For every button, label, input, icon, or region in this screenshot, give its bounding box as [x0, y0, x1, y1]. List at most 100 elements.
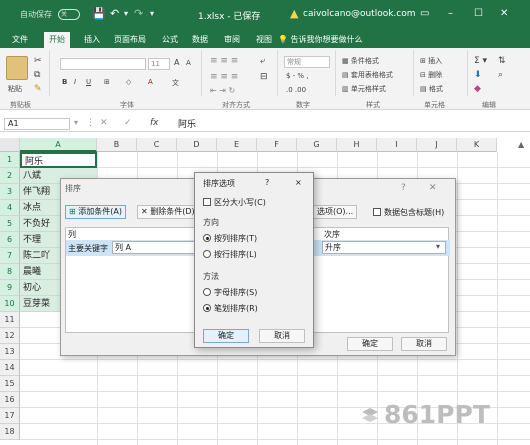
tell-me-search[interactable]: 💡 告诉我你想要做什么 — [278, 34, 363, 45]
redo-icon[interactable]: ↷ — [134, 7, 143, 20]
column-header-e[interactable]: E — [217, 138, 257, 152]
user-account[interactable]: caivolcano@outlook.com — [303, 9, 416, 19]
row-header-14[interactable]: 14 — [0, 360, 20, 376]
letter-sort-option[interactable]: 字母排序(S) — [203, 287, 257, 298]
formula-value[interactable]: 阿乐 — [178, 117, 196, 130]
paste-icon[interactable] — [6, 56, 28, 80]
options-help-icon[interactable]: ? — [265, 178, 269, 187]
italic-button[interactable]: I — [74, 78, 76, 86]
clear-icon[interactable]: ◆ — [474, 84, 481, 94]
wrap-text-icon[interactable]: ⤶ — [260, 56, 265, 66]
sort-by-column-radio[interactable] — [203, 234, 211, 242]
tab-data[interactable]: 数据 — [192, 34, 208, 45]
column-header-d[interactable]: D — [177, 138, 217, 152]
row-header-18[interactable]: 18 — [0, 424, 20, 440]
find-icon[interactable]: ⌕ — [498, 70, 503, 80]
font-name-box[interactable] — [60, 58, 146, 70]
shrink-font-icon[interactable]: A — [186, 59, 191, 67]
format-cells-button[interactable]: ▤ 格式 — [420, 84, 443, 94]
sort-cancel-button[interactable]: 取消 — [401, 337, 447, 351]
tab-home[interactable]: 开始 — [44, 32, 70, 48]
align-top-icon[interactable]: ≡ ≡ ≡ — [210, 56, 238, 66]
row-header-12[interactable]: 12 — [0, 328, 20, 344]
tab-review[interactable]: 审阅 — [224, 34, 240, 45]
column-header-k[interactable]: K — [457, 138, 497, 152]
cancel-formula-icon[interactable]: ✕ — [100, 118, 108, 128]
row-header-2[interactable]: 2 — [0, 168, 20, 184]
row-header-17[interactable]: 17 — [0, 408, 20, 424]
border-icon[interactable]: ⊞ — [104, 78, 110, 86]
sort-by-row-radio[interactable] — [203, 250, 211, 258]
bold-button[interactable]: B — [62, 78, 67, 86]
cut-icon[interactable]: ✂ — [34, 56, 42, 66]
stroke-sort-option[interactable]: 笔划排序(R) — [203, 303, 258, 314]
conditional-format-button[interactable]: ▦ 条件格式 — [342, 56, 379, 66]
sort-close-icon[interactable]: ✕ — [429, 183, 437, 193]
font-size-box[interactable]: 11 — [148, 58, 170, 70]
sort-by-column-option[interactable]: 按列排序(T) — [203, 233, 257, 244]
delete-level-button[interactable]: ✕ 删除条件(D) — [137, 205, 199, 219]
row-header-9[interactable]: 9 — [0, 280, 20, 296]
table-format-button[interactable]: ▤ 套用表格格式 — [342, 70, 393, 80]
cell-style-button[interactable]: ▥ 单元格样式 — [342, 84, 386, 94]
column-header-g[interactable]: G — [297, 138, 337, 152]
options-ok-button[interactable]: 确定 — [203, 329, 249, 343]
options-button[interactable]: 选项(O)... — [313, 205, 358, 219]
column-header-h[interactable]: H — [337, 138, 377, 152]
column-header-c[interactable]: C — [137, 138, 177, 152]
autosum-icon[interactable]: Σ ▾ — [474, 56, 487, 66]
row-header-10[interactable]: 10 — [0, 296, 20, 312]
fill-color-icon[interactable]: ◇ — [126, 78, 131, 86]
customize-qa-icon[interactable]: ▾ — [150, 9, 154, 18]
confirm-formula-icon[interactable]: ✓ — [124, 118, 132, 128]
font-color-icon[interactable]: A — [148, 78, 153, 86]
column-header-f[interactable]: F — [257, 138, 297, 152]
undo-icon[interactable]: ↶ — [110, 7, 119, 20]
align-left-icon[interactable]: ≡ ≡ ≡ — [210, 72, 238, 82]
select-all-corner[interactable] — [0, 138, 20, 152]
close-window-icon[interactable]: ✕ — [500, 8, 508, 19]
tab-formulas[interactable]: 公式 — [162, 34, 178, 45]
indent-icon[interactable]: ⇤ ⇥ ↻ — [210, 86, 235, 95]
sort-key-select[interactable]: 列 A — [112, 241, 196, 254]
row-header-7[interactable]: 7 — [0, 248, 20, 264]
sort-help-icon[interactable]: ? — [401, 183, 406, 193]
name-box-dropdown-icon[interactable]: ▾ — [74, 118, 78, 127]
scroll-up-icon[interactable]: ▲ — [518, 140, 524, 149]
letter-sort-radio[interactable] — [203, 288, 211, 296]
grow-font-icon[interactable]: A — [174, 58, 179, 67]
row-header-1[interactable]: 1 — [0, 152, 20, 168]
row-header-15[interactable]: 15 — [0, 376, 20, 392]
options-cancel-button[interactable]: 取消 — [259, 329, 305, 343]
underline-button[interactable]: U — [86, 78, 91, 86]
copy-icon[interactable]: ⧉ — [34, 70, 40, 80]
fx-icon[interactable]: fx — [150, 118, 159, 128]
case-sensitive-checkbox[interactable] — [203, 198, 211, 206]
cell-a1[interactable]: 阿乐 — [20, 152, 97, 168]
tab-view[interactable]: 视图 — [256, 34, 272, 45]
chevron-down-icon[interactable]: ▾ — [436, 242, 440, 251]
delete-cells-button[interactable]: ⊟ 删除 — [420, 70, 442, 80]
fill-icon[interactable]: ⬇ — [474, 70, 482, 80]
column-header-i[interactable]: I — [377, 138, 417, 152]
has-header-check-box[interactable] — [373, 208, 381, 216]
stroke-sort-radio[interactable] — [203, 304, 211, 312]
insert-cells-button[interactable]: ⊞ 插入 — [420, 56, 442, 66]
merge-icon[interactable]: ⊟ — [260, 72, 268, 82]
row-header-13[interactable]: 13 — [0, 344, 20, 360]
ribbon-display-icon[interactable]: ▭ — [420, 8, 429, 19]
row-header-6[interactable]: 6 — [0, 232, 20, 248]
case-sensitive-option[interactable]: 区分大小写(C) — [203, 197, 266, 208]
autosave-toggle[interactable]: 关 — [58, 9, 80, 20]
sort-ok-button[interactable]: 确定 — [347, 337, 393, 351]
decimal-icon[interactable]: .0 .00 — [286, 86, 306, 94]
has-header-checkbox[interactable]: 数据包含标题(H) — [373, 207, 444, 218]
save-icon[interactable]: 💾 — [92, 7, 106, 20]
minimize-icon[interactable]: – — [448, 8, 453, 19]
currency-icon[interactable]: $ - % , — [286, 72, 309, 80]
tab-insert[interactable]: 插入 — [84, 34, 100, 45]
row-header-16[interactable]: 16 — [0, 392, 20, 408]
sort-filter-icon[interactable]: ⇅ — [498, 56, 506, 66]
tab-page-layout[interactable]: 页面布局 — [114, 34, 146, 45]
row-header-4[interactable]: 4 — [0, 200, 20, 216]
